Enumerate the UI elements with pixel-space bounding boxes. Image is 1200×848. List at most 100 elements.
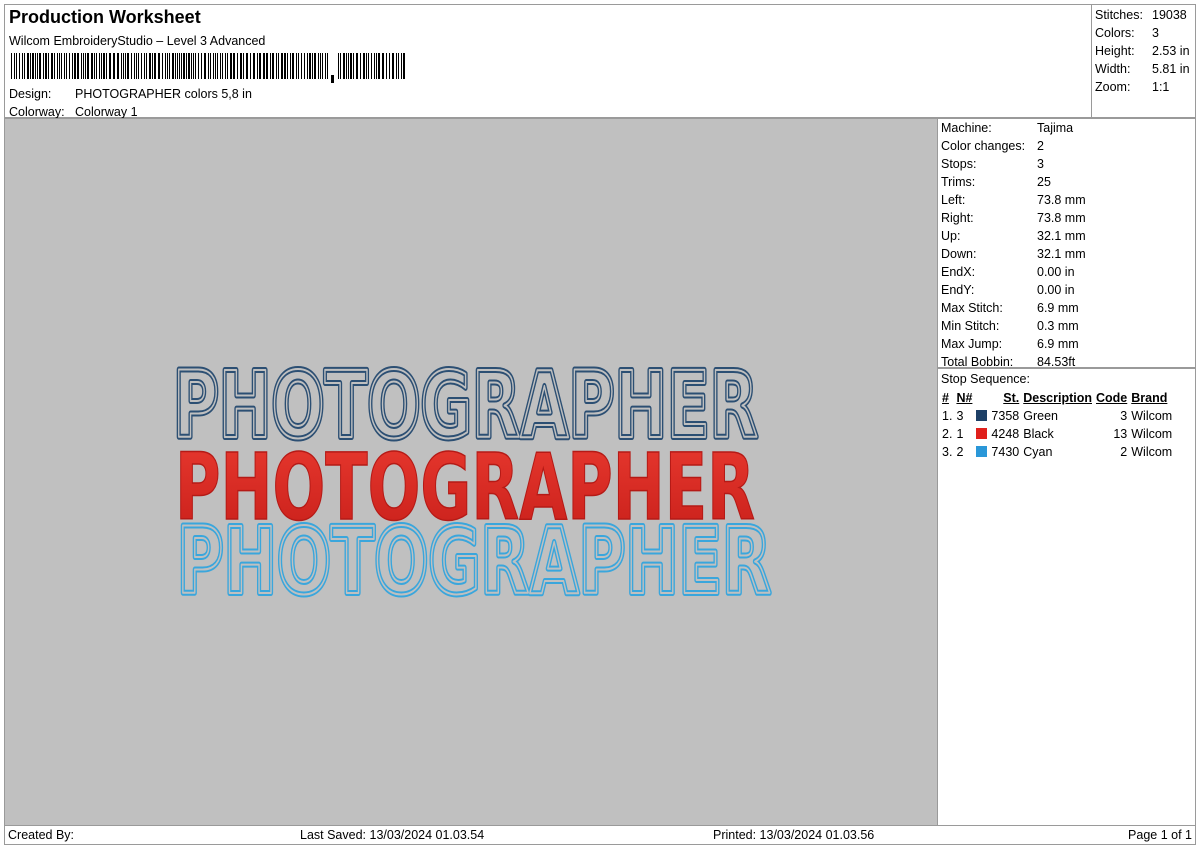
stat-label: Zoom:: [1095, 80, 1131, 94]
col-swatch: [974, 389, 989, 407]
embroidery-preview: PHOTOGRAPHER PHOTOGRAPHER PHOTOGRAPHER P…: [170, 349, 774, 618]
machine-value: 73.8 mm: [1037, 193, 1086, 207]
row-needle: 3: [956, 409, 964, 423]
table-row: 3. 2 7430 Cyan 2 Wilcom: [940, 443, 1174, 461]
row-stitches: 4248: [991, 427, 1020, 441]
machine-value: 32.1 mm: [1037, 247, 1086, 261]
row-needle: 1: [956, 427, 964, 441]
machine-row: Right: 73.8 mm: [941, 209, 1086, 227]
design-name: PHOTOGRAPHER colors 5,8 in: [75, 87, 252, 101]
design-label: Design:: [9, 87, 52, 101]
colorway-label: Colorway:: [9, 105, 65, 119]
machine-value: 25: [1037, 175, 1051, 189]
table-row: 2. 1 4248 Black 13 Wilcom: [940, 425, 1174, 443]
row-brand: Wilcom: [1131, 445, 1173, 459]
stat-value: 19038: [1152, 8, 1187, 22]
design-text-bottom-inner: PHOTOGRAPHER: [177, 508, 771, 615]
machine-label: Max Stitch:: [941, 301, 1003, 315]
machine-value: 73.8 mm: [1037, 211, 1086, 225]
stat-row: Colors: 3: [1095, 24, 1159, 42]
machine-label: Right:: [941, 211, 974, 225]
stop-sequence-table: # N# St. Description Code Brand 1. 3 735…: [940, 389, 1174, 461]
design-stats-panel: Stitches: 19038 Colors: 3 Height: 2.53 in W…: [1091, 4, 1196, 118]
row-index: 3.: [942, 445, 953, 459]
col-brand: Brand: [1131, 391, 1168, 405]
machine-value: 6.9 mm: [1037, 337, 1079, 351]
machine-value: Tajima: [1037, 121, 1074, 135]
machine-row: Max Jump: 6.9 mm: [941, 335, 1079, 353]
row-stitches: 7430: [991, 445, 1020, 459]
machine-label: EndY:: [941, 283, 975, 297]
row-description: Green: [1023, 409, 1058, 423]
machine-row: Up: 32.1 mm: [941, 227, 1086, 245]
machine-label: Down:: [941, 247, 977, 261]
stat-label: Stitches:: [1095, 8, 1143, 22]
machine-label: Left:: [941, 193, 966, 207]
row-swatch: [974, 407, 989, 425]
color-swatch: [976, 410, 988, 421]
last-saved: Last Saved: 13/03/2024 01.03.54: [300, 828, 485, 842]
worksheet-footer: Created By: Last Saved: 13/03/2024 01.03…: [4, 825, 1196, 845]
machine-label: Color changes:: [941, 139, 1026, 153]
col-description: Description: [1023, 391, 1092, 405]
table-row: 1. 3 7358 Green 3 Wilcom: [940, 407, 1174, 425]
stat-label: Colors:: [1095, 26, 1135, 40]
col-index: #: [942, 391, 949, 405]
machine-row: EndY: 0.00 in: [941, 281, 1075, 299]
machine-label: EndX:: [941, 265, 976, 279]
machine-row: EndX: 0.00 in: [941, 263, 1075, 281]
table-header-row: # N# St. Description Code Brand: [940, 389, 1174, 407]
machine-value: 2: [1037, 139, 1044, 153]
machine-row: Left: 73.8 mm: [941, 191, 1086, 209]
barcode: [11, 53, 405, 83]
machine-label: Stops:: [941, 157, 977, 171]
row-needle: 2: [956, 445, 964, 459]
row-brand: Wilcom: [1131, 409, 1173, 423]
machine-label: Machine:: [941, 121, 992, 135]
stat-value: 5.81 in: [1152, 62, 1190, 76]
design-row: Design: PHOTOGRAPHER colors 5,8 in: [9, 87, 252, 101]
machine-info-panel: Machine: Tajima Color changes: 2 Stops: 3 T…: [937, 118, 1196, 369]
row-brand: Wilcom: [1131, 427, 1173, 441]
stat-label: Width:: [1095, 62, 1131, 76]
machine-row: Stops: 3: [941, 155, 1044, 173]
machine-label: Min Stitch:: [941, 319, 1000, 333]
color-swatch: [976, 446, 988, 457]
row-index: 2.: [942, 427, 953, 441]
stop-sequence-title: Stop Sequence:: [941, 372, 1030, 386]
machine-row: Machine: Tajima: [941, 119, 1073, 137]
row-code: 2: [1120, 445, 1128, 459]
colorway-name: Colorway 1: [75, 105, 138, 119]
machine-value: 0.00 in: [1037, 265, 1075, 279]
stat-value: 1:1: [1152, 80, 1170, 94]
row-index: 1.: [942, 409, 953, 423]
stat-row: Height: 2.53 in: [1095, 42, 1190, 60]
machine-row: Color changes: 2: [941, 137, 1044, 155]
page-title: Production Worksheet: [9, 7, 201, 27]
stop-sequence-panel: Stop Sequence: # N# St. Description Code…: [937, 368, 1196, 826]
col-code: Code: [1096, 391, 1128, 405]
row-description: Cyan: [1023, 445, 1053, 459]
row-stitches: 7358: [991, 409, 1020, 423]
machine-value: 3: [1037, 157, 1044, 171]
machine-label: Trims:: [941, 175, 976, 189]
machine-label: Up:: [941, 229, 961, 243]
row-code: 13: [1113, 427, 1128, 441]
col-stitches: St.: [1003, 391, 1020, 405]
machine-row: Min Stitch: 0.3 mm: [941, 317, 1079, 335]
worksheet-header: Production Worksheet Wilcom EmbroiderySt…: [4, 4, 1092, 119]
row-description: Black: [1023, 427, 1054, 441]
machine-value: 6.9 mm: [1037, 301, 1079, 315]
stat-value: 2.53 in: [1152, 44, 1190, 58]
machine-label: Max Jump:: [941, 337, 1003, 351]
machine-row: Max Stitch: 6.9 mm: [941, 299, 1079, 317]
machine-value: 32.1 mm: [1037, 229, 1086, 243]
machine-value: 0.3 mm: [1037, 319, 1079, 333]
color-swatch: [976, 428, 988, 439]
machine-row: Down: 32.1 mm: [941, 245, 1086, 263]
machine-value: 0.00 in: [1037, 283, 1075, 297]
row-code: 3: [1120, 409, 1128, 423]
stat-label: Height:: [1095, 44, 1135, 58]
software-name: Wilcom EmbroideryStudio – Level 3 Advanc…: [9, 34, 266, 48]
row-swatch: [974, 425, 989, 443]
